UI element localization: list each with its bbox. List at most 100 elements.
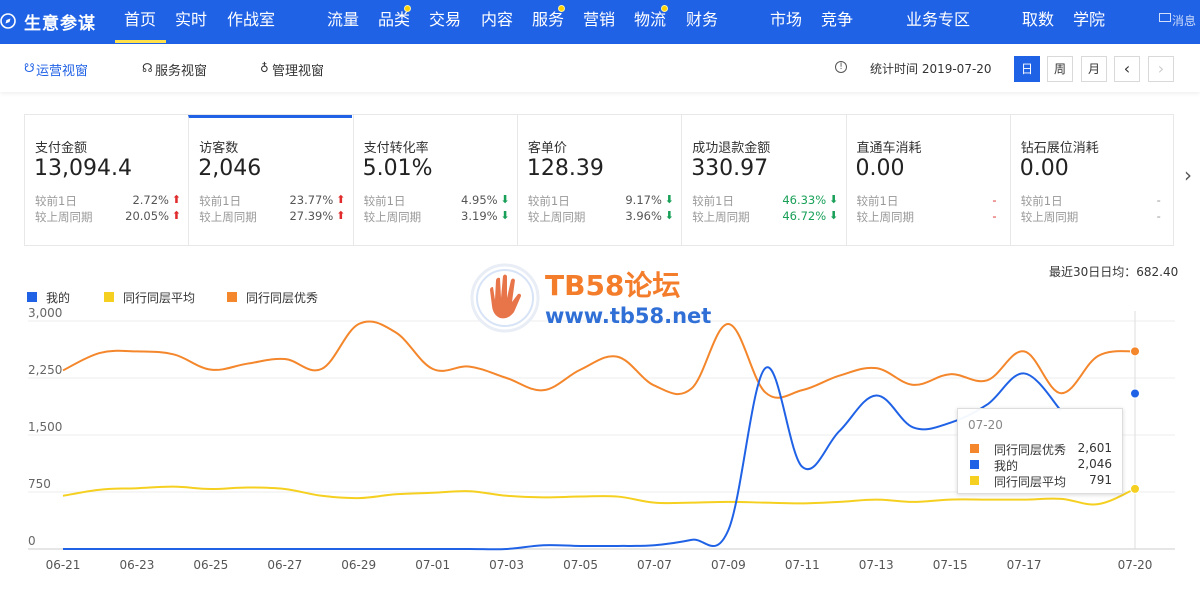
chevron-right-icon[interactable]: › (1184, 163, 1192, 187)
x-tick-label: 06-21 (46, 558, 81, 572)
metric-card[interactable]: 直通车消耗 0.00 较前1日 - 较上周同期 - (845, 115, 1010, 245)
compass-logo-icon (0, 13, 16, 29)
nav-item-content[interactable]: 内容 (481, 10, 513, 30)
tooltip-swatch (970, 460, 979, 469)
nav-item-data-fetch[interactable]: 取数 (1022, 10, 1054, 30)
compare-label: 较上周同期 (35, 210, 93, 224)
nav-item-business-zone[interactable]: 业务专区 (906, 10, 970, 30)
compare-label: 较前1日 (1020, 194, 1063, 208)
x-tick-label: 06-25 (193, 558, 228, 572)
hand-logo-icon (470, 263, 540, 333)
nav-item-marketing[interactable]: 营销 (583, 10, 615, 30)
metric-card[interactable]: 钻石展位消耗 0.00 较前1日 - 较上周同期 - (1009, 115, 1174, 245)
stat-time: 统计时间 2019-07-20 (870, 62, 992, 76)
tooltip-series-name: 同行同层平均 (994, 475, 1067, 489)
metric-value: 0.00 (1019, 156, 1069, 181)
nav-item-realtime[interactable]: 实时 (175, 10, 207, 30)
metric-compare-row: 较前1日 - (857, 193, 1003, 209)
metric-compare-row: 较前1日 46.33% ⬇ (692, 193, 838, 209)
metric-card[interactable]: 访客数 2,046 较前1日 23.77% ⬆ 较上周同期 27.39% ⬆ (188, 115, 353, 245)
x-tick-label: 06-29 (341, 558, 376, 572)
metric-card[interactable]: 支付转化率 5.01% 较前1日 4.95% ⬇ 较上周同期 3.19% ⬇ (352, 115, 517, 245)
nav-item-home[interactable]: 首页 (124, 10, 156, 30)
envelope-icon[interactable] (1159, 13, 1171, 22)
compare-label: 较上周同期 (856, 210, 915, 224)
x-tick-label: 07-17 (1007, 558, 1042, 572)
nav-item-warroom[interactable]: 作战室 (227, 10, 275, 30)
compare-value: - (1156, 209, 1161, 223)
compare-label: 较上周同期 (1020, 210, 1079, 224)
y-tick-label: 3,000 (28, 306, 62, 320)
tab-service-view[interactable]: 服务视窗 (155, 60, 207, 79)
metric-value: 5.01% (362, 156, 433, 181)
nav-item-academy[interactable]: 学院 (1073, 10, 1105, 30)
tooltip-date: 07-20 (968, 418, 1003, 432)
compare-value: 3.96% (625, 209, 662, 223)
series-endpoint (1130, 483, 1140, 494)
metric-name: 支付金额 (35, 141, 88, 156)
metric-name: 支付转化率 (363, 141, 429, 156)
metric-card[interactable]: 支付金额 13,094.4 较前1日 2.72% ⬆ 较上周同期 20.05% ⬆ (24, 115, 188, 245)
notification-dot (661, 5, 668, 12)
arrow-down-icon: ⬇ (664, 193, 674, 206)
tooltip-value: 2,601 (1077, 441, 1112, 455)
x-tick-label: 07-03 (489, 558, 524, 572)
metric-value: 0.00 (855, 156, 905, 181)
x-tick-label: 07-11 (785, 558, 820, 572)
tab-operation-view[interactable]: 运营视窗 (36, 60, 88, 79)
compare-value: - (992, 209, 997, 223)
nav-item-trade[interactable]: 交易 (429, 10, 461, 30)
prev-date-button[interactable]: ‹ (1114, 56, 1140, 82)
tab-management-view[interactable]: 管理视窗 (272, 60, 324, 79)
period-day-button[interactable]: 日 (1014, 56, 1040, 82)
compare-label: 较上周同期 (199, 210, 257, 224)
compare-value: 2.72% (132, 193, 169, 207)
tooltip-row: 我的 2,046 (970, 457, 1120, 473)
compare-label: 较前1日 (199, 194, 242, 208)
compare-label: 较前1日 (363, 194, 406, 208)
x-tick-label: 07-01 (415, 558, 450, 572)
y-tick-label: 750 (28, 477, 51, 491)
compare-value: 4.95% (461, 193, 498, 207)
metric-compare-row: 较上周同期 46.72% ⬇ (692, 209, 838, 225)
nav-item-logistics[interactable]: 物流 (634, 10, 666, 30)
tooltip-series-name: 我的 (994, 459, 1019, 473)
thirty-day-average: 最近30日日均：682.40 (1049, 265, 1179, 279)
period-month-button[interactable]: 月 (1081, 56, 1107, 82)
x-tick-label: 07-15 (933, 558, 968, 572)
arrow-up-icon: ⬆ (171, 193, 181, 206)
metric-compare-row: 较上周同期 3.19% ⬇ (364, 209, 510, 225)
nav-item-traffic[interactable]: 流量 (327, 10, 359, 30)
info-icon[interactable]: ! (835, 61, 847, 73)
metric-card[interactable]: 客单价 128.39 较前1日 9.17% ⬇ 较上周同期 3.96% ⬇ (516, 115, 681, 245)
compare-value: 27.39% (289, 209, 334, 223)
compare-value: 46.33% (782, 193, 827, 207)
period-week-button[interactable]: 周 (1047, 56, 1073, 82)
next-date-button[interactable]: › (1148, 56, 1174, 82)
message-link[interactable]: 消息 (1172, 12, 1196, 29)
active-nav-indicator (115, 40, 166, 43)
nav-item-market[interactable]: 市场 (770, 10, 802, 30)
metric-name: 成功退款金额 (692, 141, 771, 156)
metric-card[interactable]: 成功退款金额 330.97 较前1日 46.33% ⬇ 较上周同期 46.72% ⬇ (681, 115, 845, 245)
tooltip-swatch (970, 476, 979, 485)
metric-compare-row: 较上周同期 3.96% ⬇ (528, 209, 674, 225)
metric-compare-row: 较前1日 9.17% ⬇ (528, 193, 674, 209)
nav-item-competition[interactable]: 竞争 (821, 10, 853, 30)
tooltip-swatch (970, 444, 979, 453)
x-tick-label: 07-09 (711, 558, 746, 572)
y-tick-label: 2,250 (28, 363, 62, 377)
nav-item-service[interactable]: 服务 (532, 10, 564, 30)
arrow-down-icon: ⬇ (500, 193, 510, 206)
metric-compare-row: 较前1日 23.77% ⬆ (199, 193, 345, 209)
metric-name: 钻石展位消耗 (1020, 141, 1099, 156)
nav-item-category[interactable]: 品类 (378, 10, 410, 30)
series-endpoint (1130, 346, 1140, 357)
metric-name: 访客数 (199, 141, 239, 156)
metric-compare-row: 较前1日 - (1021, 193, 1167, 209)
x-tick-label: 07-13 (859, 558, 894, 572)
metric-value: 13,094.4 (34, 156, 132, 181)
x-tick-label: 06-27 (267, 558, 302, 572)
nav-item-finance[interactable]: 财务 (686, 10, 718, 30)
metric-name: 客单价 (527, 141, 567, 156)
